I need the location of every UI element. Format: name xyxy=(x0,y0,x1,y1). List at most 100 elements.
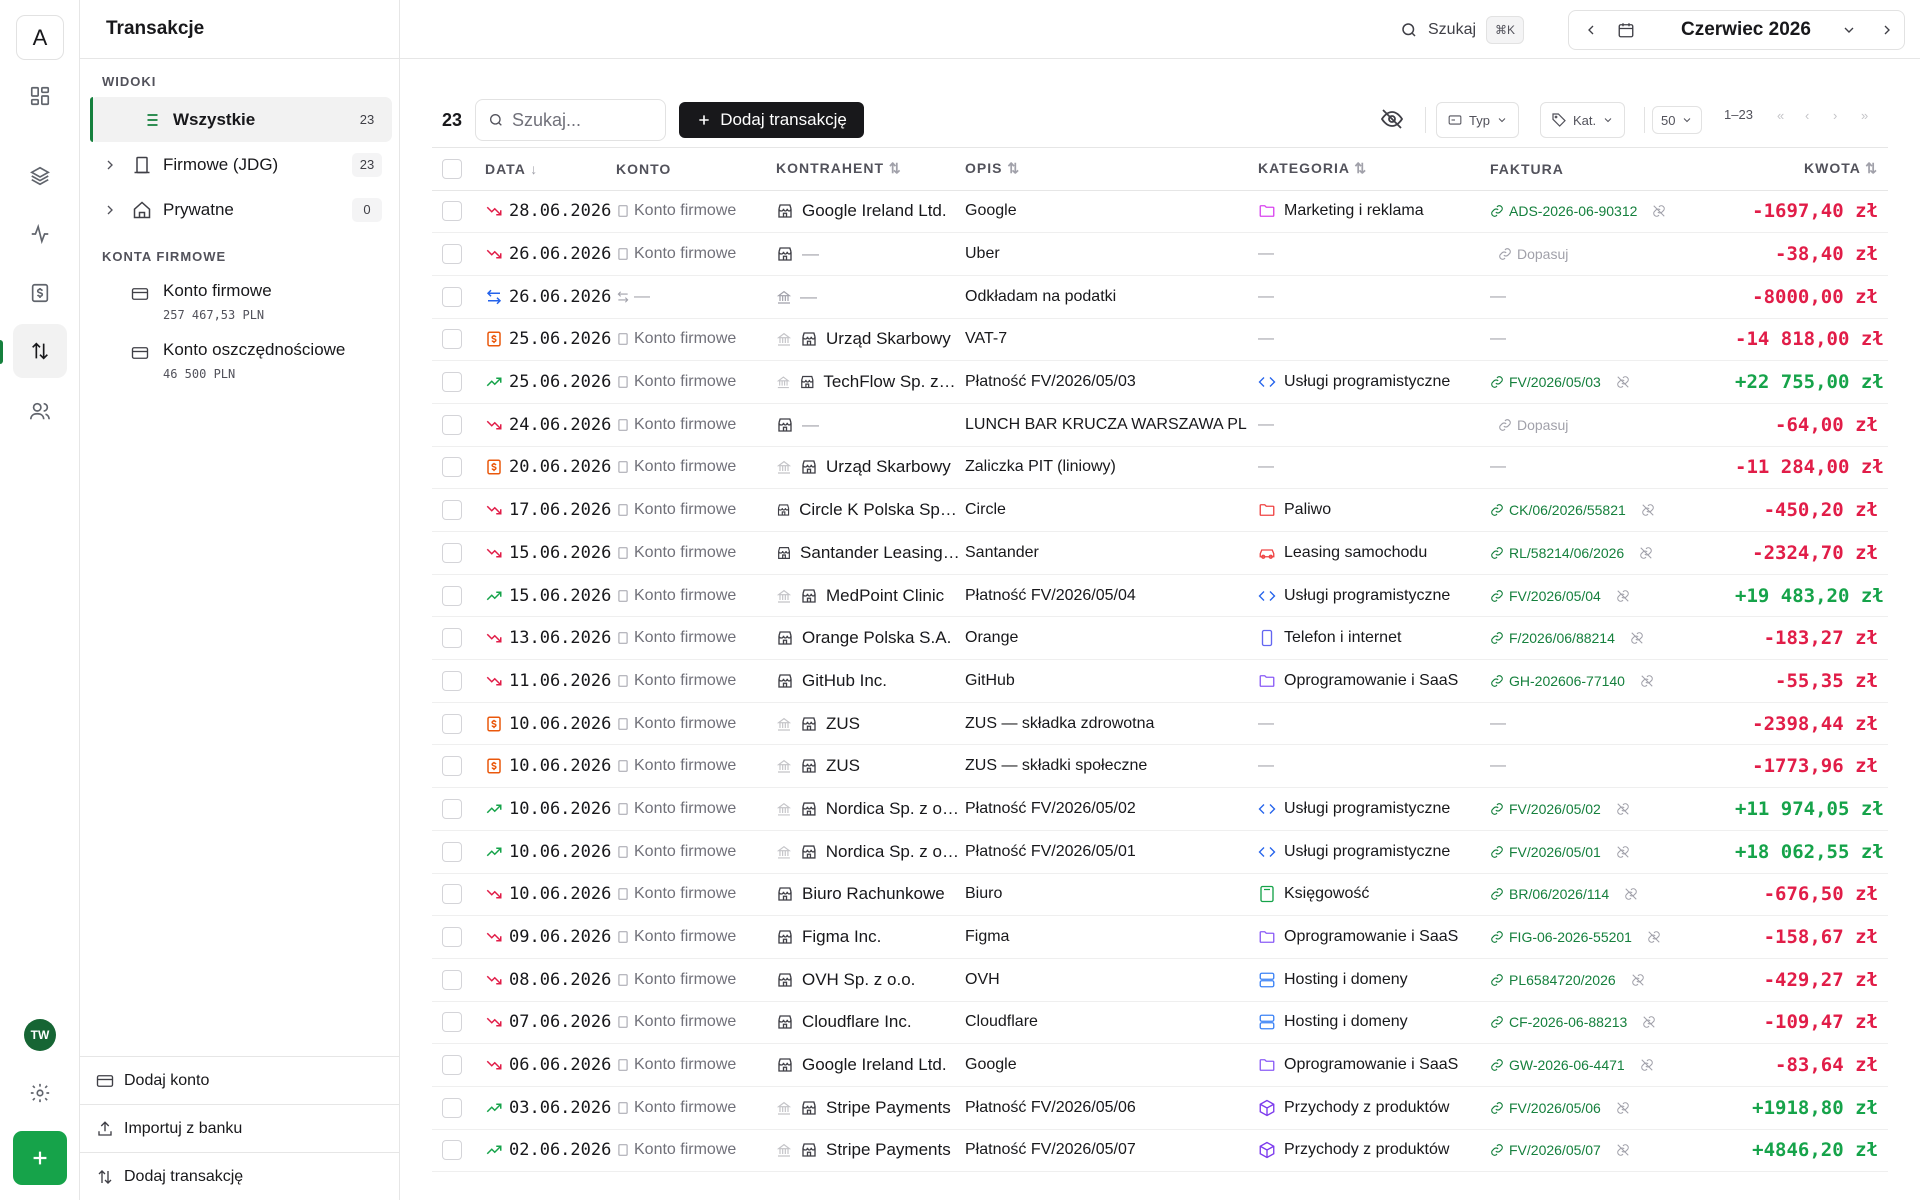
unlink-icon[interactable] xyxy=(1641,503,1655,517)
unlink-icon[interactable] xyxy=(1640,674,1654,688)
invoice-link[interactable]: FV/2026/05/01 xyxy=(1490,844,1735,860)
row-checkbox[interactable] xyxy=(442,927,462,948)
table-row[interactable]: 10.06.2026 Konto firmowe Nordica Sp. z o.o… xyxy=(432,830,1888,874)
avatar[interactable]: TW xyxy=(24,1019,56,1051)
view-item-all[interactable]: Wszystkie 23 xyxy=(90,97,392,142)
activity-nav-button[interactable] xyxy=(13,207,67,261)
table-row[interactable]: 06.06.2026 Konto firmowe Google Ireland Lt… xyxy=(432,1043,1888,1087)
unlink-icon[interactable] xyxy=(1616,1143,1630,1157)
invoice-link[interactable]: FV/2026/05/03 xyxy=(1490,374,1735,390)
column-amount[interactable]: KWOTA ⇅ xyxy=(1735,148,1888,191)
row-checkbox[interactable] xyxy=(442,1140,462,1161)
row-checkbox[interactable] xyxy=(442,457,462,478)
chevron-right-icon[interactable] xyxy=(1879,22,1895,38)
chevron-down-icon[interactable] xyxy=(1841,22,1857,38)
select-all-checkbox[interactable] xyxy=(442,158,462,179)
invoice-link[interactable]: ADS-2026-06-90312 xyxy=(1490,203,1735,219)
row-checkbox[interactable] xyxy=(442,585,462,606)
table-row[interactable]: 28.06.2026 Konto firmowe Google Ireland Lt… xyxy=(432,190,1888,234)
invoice-link[interactable]: FV/2026/05/04 xyxy=(1490,588,1735,604)
unlink-icon[interactable] xyxy=(1652,204,1666,218)
row-checkbox[interactable] xyxy=(442,670,462,691)
row-checkbox[interactable] xyxy=(442,756,462,777)
table-row[interactable]: 03.06.2026 Konto firmowe Stripe Payments Pł… xyxy=(432,1086,1888,1130)
prev-page-icon[interactable]: ‹ xyxy=(1805,108,1809,123)
unlink-icon[interactable] xyxy=(1647,930,1661,944)
row-checkbox[interactable] xyxy=(442,1097,462,1118)
match-invoice-button[interactable]: Dopasuj xyxy=(1498,246,1735,262)
unlink-icon[interactable] xyxy=(1624,887,1638,901)
dashboard-nav-button[interactable] xyxy=(13,69,67,123)
row-checkbox[interactable] xyxy=(442,1055,462,1076)
unlink-icon[interactable] xyxy=(1616,845,1630,859)
row-checkbox[interactable] xyxy=(442,542,462,563)
next-page-icon[interactable]: › xyxy=(1833,108,1837,123)
import-bank-button[interactable]: Importuj z banku xyxy=(80,1104,400,1152)
table-row[interactable]: 11.06.2026 Konto firmowe GitHub Inc. GitHub… xyxy=(432,659,1888,703)
table-row[interactable]: 24.06.2026 Konto firmowe — LUNCH BAR KRUCZA… xyxy=(432,403,1888,447)
unlink-icon[interactable] xyxy=(1631,973,1645,987)
row-checkbox[interactable] xyxy=(442,628,462,649)
invoice-link[interactable]: FV/2026/05/07 xyxy=(1490,1142,1735,1158)
table-row[interactable]: 15.06.2026 Konto firmowe Santander Leasing… xyxy=(432,531,1888,575)
row-checkbox[interactable] xyxy=(442,798,462,819)
column-category[interactable]: KATEGORIA ⇅ xyxy=(1258,148,1490,191)
invoices-nav-button[interactable] xyxy=(13,266,67,320)
row-checkbox[interactable] xyxy=(442,713,462,734)
unlink-icon[interactable] xyxy=(1642,1015,1656,1029)
table-row[interactable]: 10.06.2026 Konto firmowe Biuro Rachunkowe B… xyxy=(432,873,1888,917)
invoice-link[interactable]: PL6584720/2026 xyxy=(1490,972,1735,988)
table-row[interactable]: 13.06.2026 Konto firmowe Orange Polska S.A… xyxy=(432,616,1888,661)
chevron-right-icon[interactable] xyxy=(102,157,118,173)
page-size-select[interactable]: 50 xyxy=(1652,106,1703,134)
row-checkbox[interactable] xyxy=(442,372,462,393)
chevron-right-icon[interactable] xyxy=(102,202,118,218)
row-checkbox[interactable] xyxy=(442,244,462,265)
invoice-link[interactable]: F/2026/06/88214 xyxy=(1490,630,1735,646)
table-row[interactable]: 07.06.2026 Konto firmowe Cloudflare Inc. Cl… xyxy=(432,1001,1888,1045)
table-row[interactable]: 08.06.2026 Konto firmowe OVH Sp. z o.o. OVH… xyxy=(432,958,1888,1002)
table-row[interactable]: 02.06.2026 Konto firmowe Stripe Payments Pł… xyxy=(432,1129,1888,1173)
table-row[interactable]: 15.06.2026 Konto firmowe MedPoint Clinic Pł… xyxy=(432,574,1888,618)
unlink-icon[interactable] xyxy=(1616,802,1630,816)
settings-nav-button[interactable] xyxy=(13,1066,67,1120)
table-search-input[interactable] xyxy=(512,109,662,131)
app-logo[interactable]: A xyxy=(16,15,64,60)
table-row[interactable]: 10.06.2026 Konto firmowe ZUS ZUS — składka … xyxy=(432,702,1888,746)
unlink-icon[interactable] xyxy=(1616,375,1630,389)
unlink-icon[interactable] xyxy=(1630,631,1644,645)
global-search-button[interactable]: Szukaj ⌘K xyxy=(1400,16,1525,44)
invoice-link[interactable]: FV/2026/05/06 xyxy=(1490,1100,1735,1116)
invoice-link[interactable]: BR/06/2026/114 xyxy=(1490,886,1735,902)
table-row[interactable]: 26.06.2026 — — Odkładam na podatki — — -8000,0… xyxy=(432,275,1888,319)
contacts-nav-button[interactable] xyxy=(13,384,67,438)
table-row[interactable]: 17.06.2026 Konto firmowe Circle K Polska S… xyxy=(432,488,1888,532)
type-filter[interactable]: Typ xyxy=(1436,102,1519,138)
table-row[interactable]: 20.06.2026 Konto firmowe Urząd Skarbowy Zal… xyxy=(432,446,1888,490)
row-checkbox[interactable] xyxy=(442,1012,462,1033)
match-invoice-button[interactable]: Dopasuj xyxy=(1498,417,1735,433)
view-item-private[interactable]: Prywatne 0 xyxy=(90,187,392,232)
account-item-savings[interactable]: Konto oszczędnościowe 46 500 PLN xyxy=(130,340,390,388)
add-account-button[interactable]: Dodaj konto xyxy=(80,1056,400,1104)
row-checkbox[interactable] xyxy=(442,884,462,905)
invoice-link[interactable]: FIG-06-2026-55201 xyxy=(1490,929,1735,945)
invoice-link[interactable]: CF-2026-06-88213 xyxy=(1490,1014,1735,1030)
layers-nav-button[interactable] xyxy=(13,149,67,203)
column-counterparty[interactable]: KONTRAHENT ⇅ xyxy=(776,148,965,191)
invoice-link[interactable]: CK/06/2026/55821 xyxy=(1490,502,1735,518)
invoice-link[interactable]: RL/58214/06/2026 xyxy=(1490,545,1735,561)
unlink-icon[interactable] xyxy=(1616,589,1630,603)
column-date[interactable]: DATA ↓ xyxy=(476,148,616,191)
column-desc[interactable]: OPIS ⇅ xyxy=(965,148,1258,191)
add-transaction-button[interactable]: Dodaj transakcję xyxy=(679,102,864,138)
row-checkbox[interactable] xyxy=(442,841,462,862)
table-search[interactable] xyxy=(475,99,666,141)
row-checkbox[interactable] xyxy=(442,286,462,307)
invoice-link[interactable]: GH-202606-77140 xyxy=(1490,673,1735,689)
add-transaction-side-button[interactable]: Dodaj transakcję xyxy=(80,1152,400,1200)
table-row[interactable]: 10.06.2026 Konto firmowe ZUS ZUS — składki … xyxy=(432,744,1888,789)
invoice-link[interactable]: FV/2026/05/02 xyxy=(1490,801,1735,817)
quick-add-button[interactable] xyxy=(13,1131,67,1185)
unlink-icon[interactable] xyxy=(1639,546,1653,560)
